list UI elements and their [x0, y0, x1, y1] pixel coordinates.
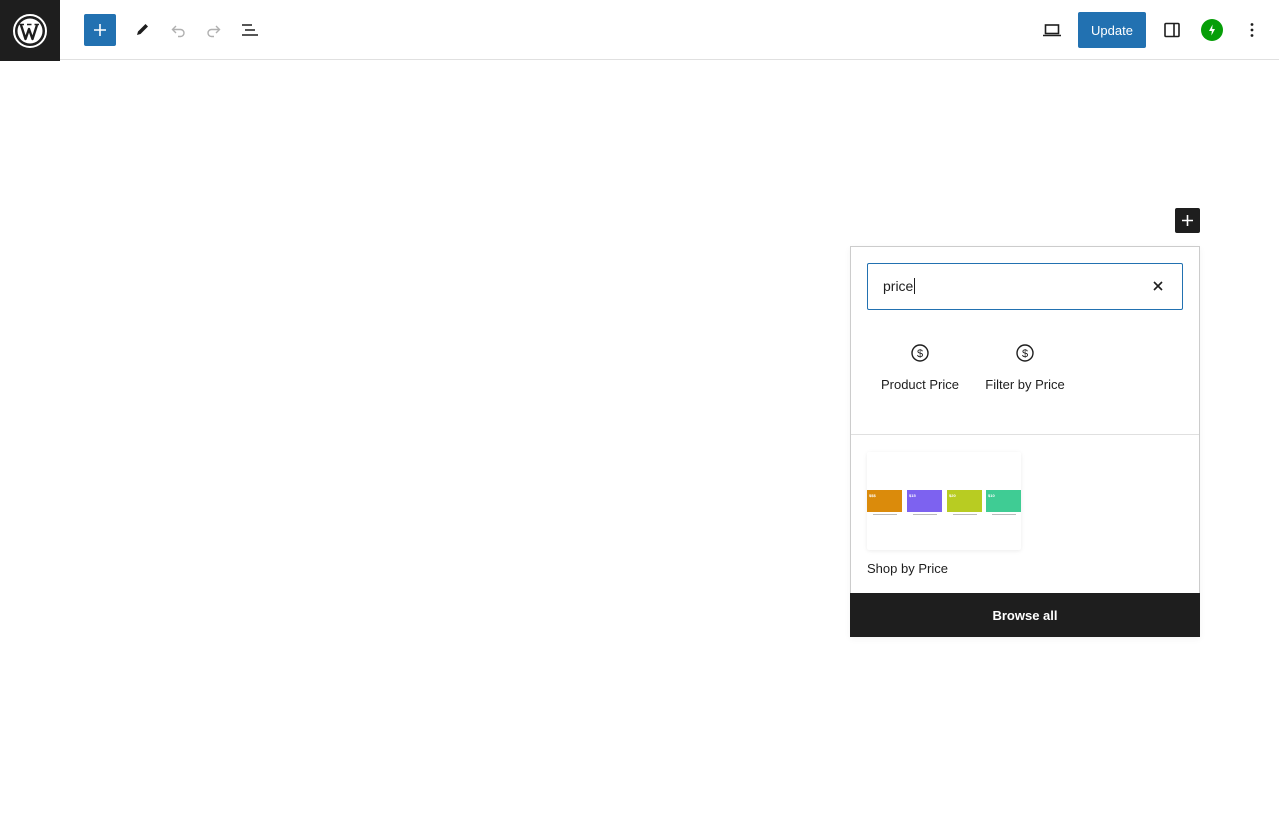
divider [851, 434, 1199, 435]
pattern-preview-card: $10 [986, 490, 1021, 515]
redo-icon [207, 25, 221, 38]
toggle-block-inserter-button[interactable] [84, 14, 116, 46]
svg-text:$: $ [1022, 348, 1028, 360]
editor-header: Update [0, 0, 1279, 61]
more-vertical-icon [1250, 23, 1254, 37]
quick-inserter-popover: price $ Product Price $ Filter by Price … [850, 246, 1200, 637]
block-item-product-price[interactable]: $ Product Price [865, 343, 975, 407]
block-item-label: Filter by Price [985, 377, 1065, 392]
tools-button[interactable] [126, 14, 158, 46]
svg-text:$: $ [917, 348, 923, 360]
list-view-button[interactable] [234, 14, 266, 46]
update-button[interactable]: Update [1078, 12, 1146, 48]
settings-button[interactable] [1156, 14, 1188, 46]
list-view-icon [242, 24, 258, 36]
preview-button[interactable] [1036, 14, 1068, 46]
plus-icon [94, 24, 106, 36]
pattern-preview-card: $$$ [867, 490, 902, 515]
pattern-preview-shop-by-price[interactable]: $$$ $15 $20 $10 [867, 452, 1021, 550]
close-icon [1153, 281, 1163, 291]
block-item-label: Product Price [880, 377, 960, 392]
pattern-preview-card: $20 [947, 490, 982, 515]
block-search-input[interactable]: price [867, 263, 1183, 310]
pattern-preview-card: $15 [907, 490, 942, 515]
jetpack-icon[interactable] [1201, 19, 1223, 41]
dollar-circle-icon: $ [911, 344, 929, 362]
undo-icon [171, 25, 185, 38]
browse-all-button[interactable]: Browse all [850, 593, 1200, 637]
sidebar-toggle-icon [1164, 22, 1180, 38]
options-button[interactable] [1236, 14, 1268, 46]
clear-search-button[interactable] [1148, 276, 1168, 296]
search-input-value[interactable]: price [883, 278, 916, 294]
pencil-icon [137, 24, 148, 35]
wordpress-logo-icon[interactable] [0, 0, 60, 61]
block-item-filter-by-price[interactable]: $ Filter by Price [970, 343, 1080, 407]
add-block-button[interactable] [1175, 208, 1200, 233]
redo-button[interactable] [198, 14, 230, 46]
laptop-icon [1043, 24, 1061, 37]
undo-button[interactable] [162, 14, 194, 46]
plus-icon [1182, 215, 1193, 226]
dollar-circle-icon: $ [1016, 344, 1034, 362]
pattern-label: Shop by Price [867, 561, 948, 576]
